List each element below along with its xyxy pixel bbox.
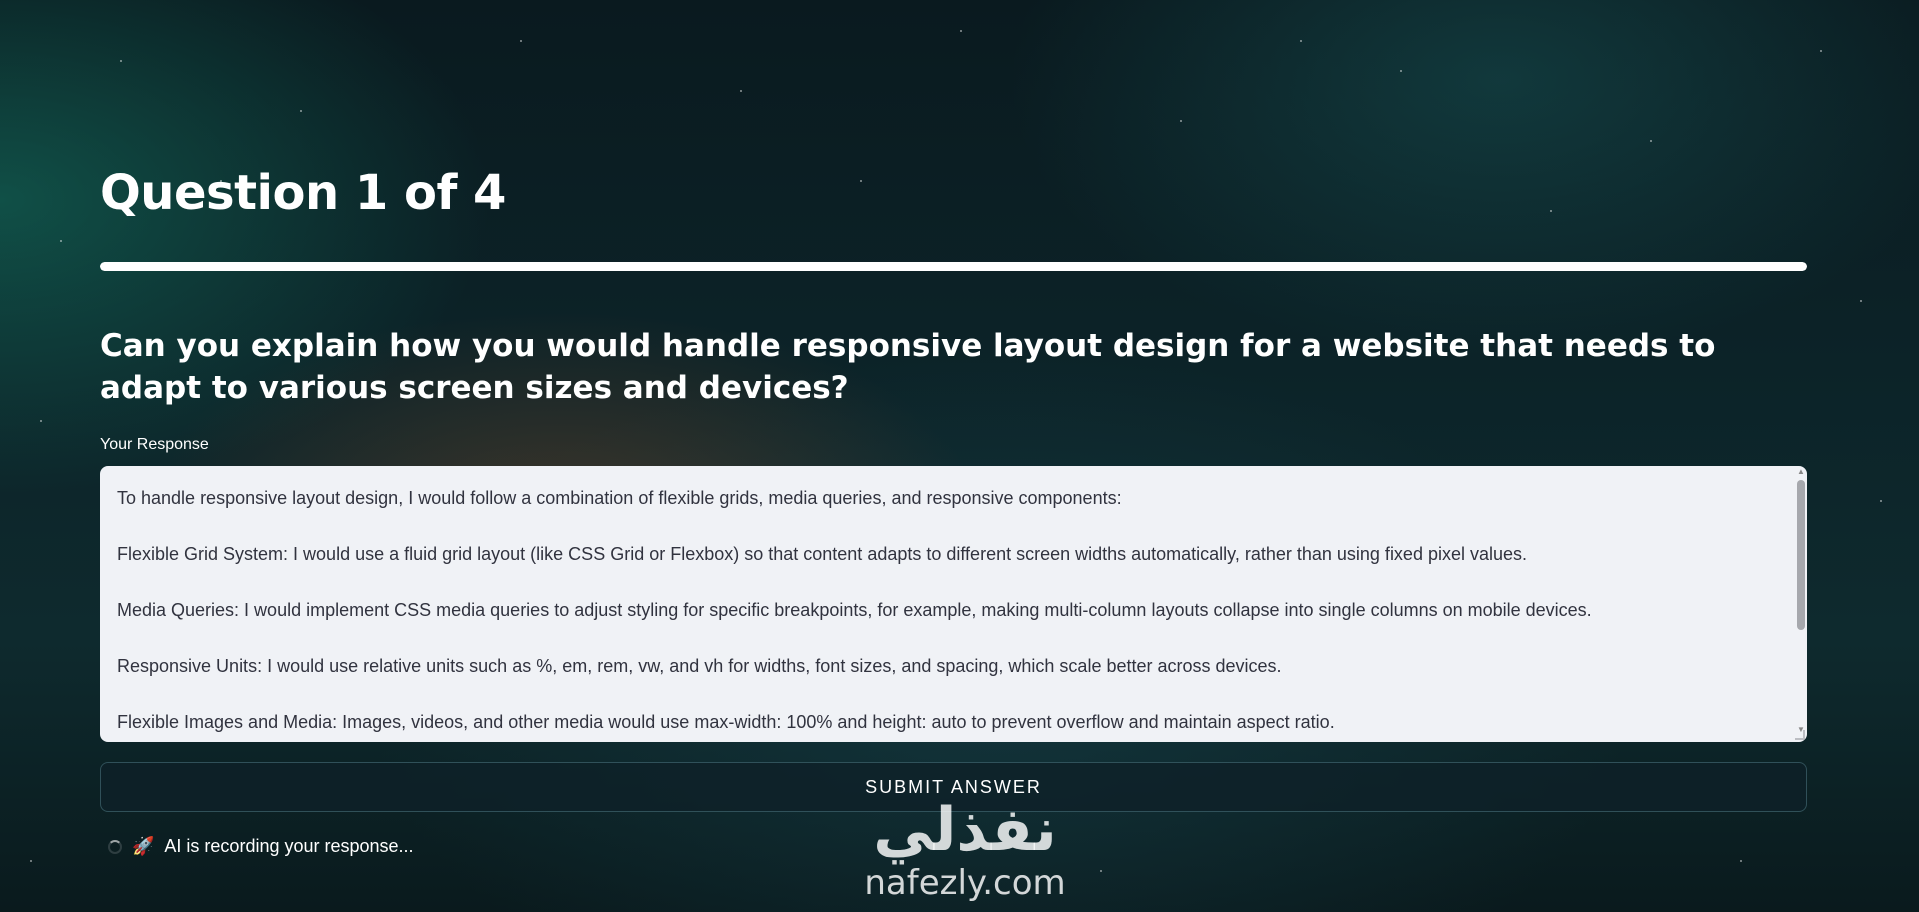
loading-spinner-icon	[108, 839, 122, 854]
response-paragraph: Flexible Images and Media: Images, video…	[117, 712, 1335, 732]
watermark-arabic: نفذلي	[873, 795, 1057, 865]
status-text: AI is recording your response...	[164, 836, 414, 856]
response-label: Your Response	[100, 436, 209, 453]
scroll-up-arrow-icon[interactable]: ▲	[1797, 468, 1805, 476]
response-paragraph: To handle responsive layout design, I wo…	[117, 488, 1122, 508]
recording-status: 🚀 AI is recording your response...	[108, 836, 414, 857]
progress-bar-fill	[100, 262, 1807, 271]
response-text-content[interactable]: To handle responsive layout design, I wo…	[100, 466, 1807, 742]
question-text: Can you explain how you would handle res…	[100, 328, 1716, 406]
response-paragraph: Media Queries: I would implement CSS med…	[117, 600, 1592, 620]
response-paragraph: Flexible Grid System: I would use a flui…	[117, 544, 1528, 564]
rocket-icon: 🚀	[132, 836, 155, 856]
response-paragraph: Responsive Units: I would use relative u…	[117, 656, 1282, 676]
watermark-latin: nafezly.com	[864, 863, 1066, 903]
response-textarea[interactable]: To handle responsive layout design, I wo…	[100, 466, 1807, 742]
resize-handle-icon[interactable]	[1795, 730, 1805, 740]
progress-bar	[100, 262, 1807, 271]
nafezly-watermark: نفذلي nafezly.com	[855, 795, 1075, 912]
page-title: Question 1 of 4	[100, 165, 506, 221]
question-container: Question 1 of 4 Can you explain how you …	[100, 0, 1807, 912]
textarea-scrollbar[interactable]	[1797, 480, 1805, 630]
